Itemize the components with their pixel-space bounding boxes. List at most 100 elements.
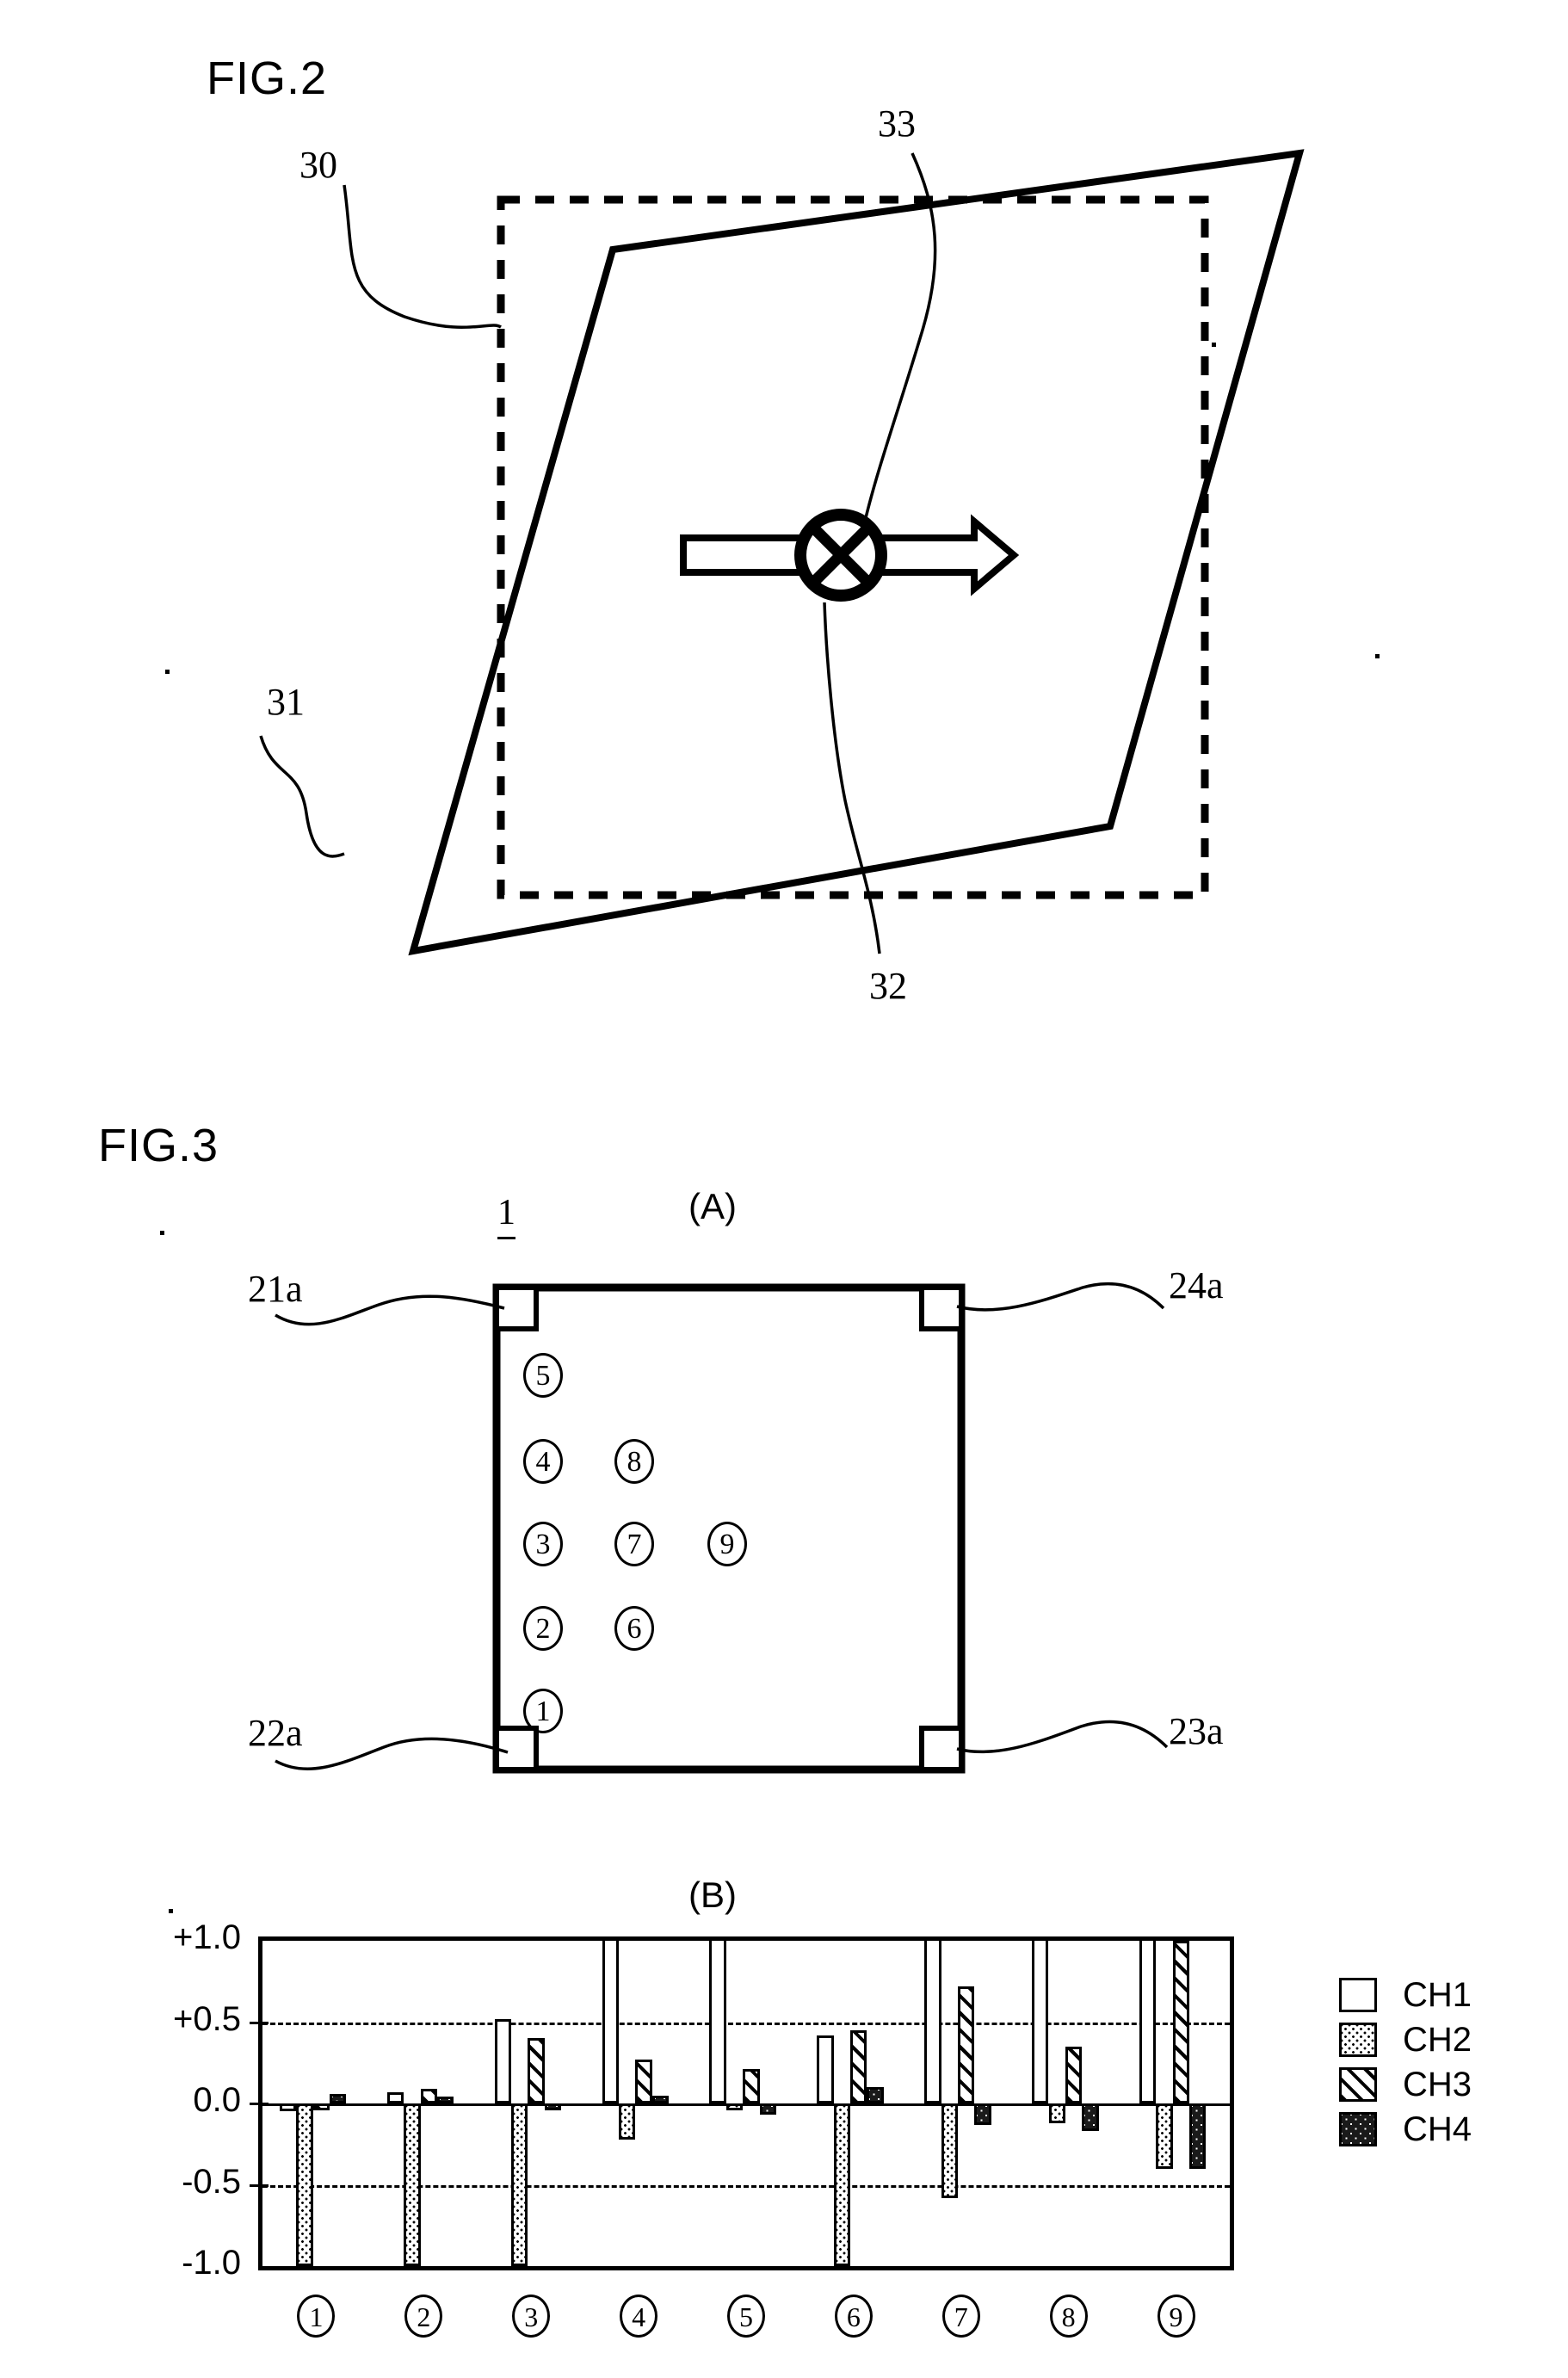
y-tick-0-0: 0.0 — [193, 2081, 241, 2119]
x-tick-point-8: 8 — [1049, 2295, 1088, 2338]
fig3a-leader-23a — [956, 1720, 1169, 1754]
y-tick-plus0-5: +0.5 — [173, 1999, 241, 2038]
bar-ch2-point-2 — [404, 2103, 421, 2266]
scan-speck-2 — [1375, 654, 1380, 658]
bar-ch2-point-4 — [618, 2103, 636, 2140]
bar-ch2-point-1 — [296, 2103, 313, 2266]
bar-ch1-point-4 — [602, 1941, 619, 2103]
legend-row-ch4: CH4 — [1339, 2107, 1472, 2152]
y-tick-mark — [250, 2021, 269, 2024]
fig3a-point-5: 5 — [523, 1353, 563, 1398]
bar-ch3-point-4 — [635, 2059, 652, 2103]
bar-ch3-point-8 — [1065, 2046, 1083, 2103]
scan-speck-1 — [1212, 343, 1216, 347]
bar-ch1-point-2 — [386, 2091, 404, 2103]
bar-ch4-point-6 — [867, 2087, 884, 2103]
chart-legend: CH1 CH2 CH3 CH4 — [1339, 1973, 1472, 2152]
fig3b-panel-letter: (B) — [688, 1875, 737, 1915]
bar-ch3-point-9 — [1172, 1941, 1190, 2103]
x-tick-point-4: 4 — [620, 2295, 658, 2338]
fig2-ref-31: 31 — [267, 681, 305, 723]
bar-ch2-point-9 — [1156, 2103, 1173, 2169]
legend-row-ch3: CH3 — [1339, 2062, 1472, 2107]
fig2-parallelogram-outline — [408, 149, 1305, 956]
scan-speck-5 — [169, 1909, 173, 1913]
bar-ch1-point-7 — [924, 1941, 941, 2103]
fig3a-corner-24a — [919, 1285, 964, 1331]
bar-ch2-point-5 — [725, 2103, 744, 2110]
fig2-title: FIG.2 — [207, 53, 328, 104]
bar-ch3-point-5 — [743, 2069, 760, 2103]
bar-ch3-point-1 — [312, 2103, 330, 2110]
fig3a-ref-23a: 23a — [1169, 1710, 1224, 1752]
x-tick-point-1: 1 — [297, 2295, 336, 2338]
fig3-title: FIG.3 — [98, 1120, 219, 1171]
fig3a-corner-21a — [494, 1285, 539, 1331]
bar-ch4-point-7 — [974, 2103, 991, 2125]
bar-ch4-point-2 — [436, 2097, 454, 2104]
fig2-cross-stroke-b — [809, 523, 873, 587]
bar-ch1-point-6 — [817, 2035, 834, 2103]
fig3a-corner-23a — [919, 1726, 964, 1772]
fig3a-point-4: 4 — [523, 1439, 563, 1484]
fig3a-point-1: 1 — [523, 1689, 563, 1733]
fig3a-leader-21a — [275, 1294, 505, 1326]
bar-ch3-point-7 — [957, 1986, 975, 2103]
bar-ch4-point-1 — [330, 2093, 347, 2103]
fig2-ref-33: 33 — [878, 102, 916, 145]
bar-ch3-point-3 — [528, 2038, 545, 2103]
bar-ch4-point-8 — [1082, 2103, 1099, 2132]
bar-chart-plot-area — [258, 1936, 1234, 2270]
fig3a-leader-24a — [956, 1282, 1165, 1312]
bar-ch1-point-8 — [1032, 1941, 1049, 2103]
fig2-leader-32 — [823, 602, 881, 954]
bar-ch4-point-9 — [1189, 2103, 1207, 2169]
legend-label-ch2: CH2 — [1403, 2020, 1472, 2059]
bar-ch1-point-3 — [494, 2018, 512, 2103]
legend-swatch-ch4 — [1339, 2112, 1377, 2146]
fig2-leader-33 — [859, 152, 937, 541]
scan-speck-4 — [160, 1231, 164, 1235]
y-tick-mark — [250, 2183, 269, 2187]
legend-swatch-ch2 — [1339, 2023, 1377, 2057]
x-tick-point-2: 2 — [404, 2295, 443, 2338]
legend-label-ch4: CH4 — [1403, 2109, 1472, 2148]
fig3a-corner-22a — [494, 1726, 539, 1772]
fig3a-device-ref: 1 — [497, 1192, 515, 1239]
bar-ch1-point-9 — [1139, 1941, 1157, 2103]
y-tick-plus1-0: +1.0 — [173, 1918, 241, 1956]
legend-row-ch2: CH2 — [1339, 2017, 1472, 2062]
x-tick-point-3: 3 — [512, 2295, 551, 2338]
fig3a-point-8: 8 — [614, 1439, 654, 1484]
y-tick-mark — [250, 2103, 269, 2105]
bar-ch4-point-5 — [759, 2103, 776, 2115]
legend-swatch-ch3 — [1339, 2067, 1377, 2102]
fig3a-leader-22a — [275, 1737, 509, 1770]
bar-ch2-point-6 — [833, 2103, 851, 2266]
bar-ch4-point-4 — [651, 2095, 670, 2103]
fig3a-point-2: 2 — [523, 1606, 563, 1651]
legend-row-ch1: CH1 — [1339, 1973, 1472, 2017]
y-tick-minus1-0: -1.0 — [182, 2244, 241, 2282]
bar-ch2-point-3 — [511, 2103, 528, 2266]
fig3a-point-6: 6 — [614, 1606, 654, 1651]
fig3a-point-9: 9 — [707, 1522, 747, 1566]
bar-ch1-point-5 — [709, 1941, 726, 2103]
legend-label-ch1: CH1 — [1403, 1975, 1472, 2014]
fig2-crossed-circle — [794, 509, 887, 602]
gridline-0-5 — [262, 2022, 1230, 2025]
x-tick-point-9: 9 — [1157, 2295, 1195, 2338]
bar-ch4-point-3 — [544, 2103, 562, 2110]
fig2-ref-32: 32 — [869, 965, 907, 1007]
fig3a-point-7: 7 — [614, 1522, 654, 1566]
fig3a-point-3: 3 — [523, 1522, 563, 1566]
fig2-cross-stroke-a — [809, 523, 873, 587]
fig3a-panel-letter: (A) — [688, 1186, 737, 1226]
legend-swatch-ch1 — [1339, 1978, 1377, 2012]
x-tick-point-7: 7 — [941, 2295, 980, 2338]
fig2-leader-30 — [343, 184, 502, 330]
fig2-leader-31 — [259, 735, 345, 858]
bar-ch3-point-2 — [420, 2088, 437, 2103]
fig2-dashed-rectangle — [497, 195, 1209, 899]
fig3a-ref-22a: 22a — [248, 1712, 303, 1754]
